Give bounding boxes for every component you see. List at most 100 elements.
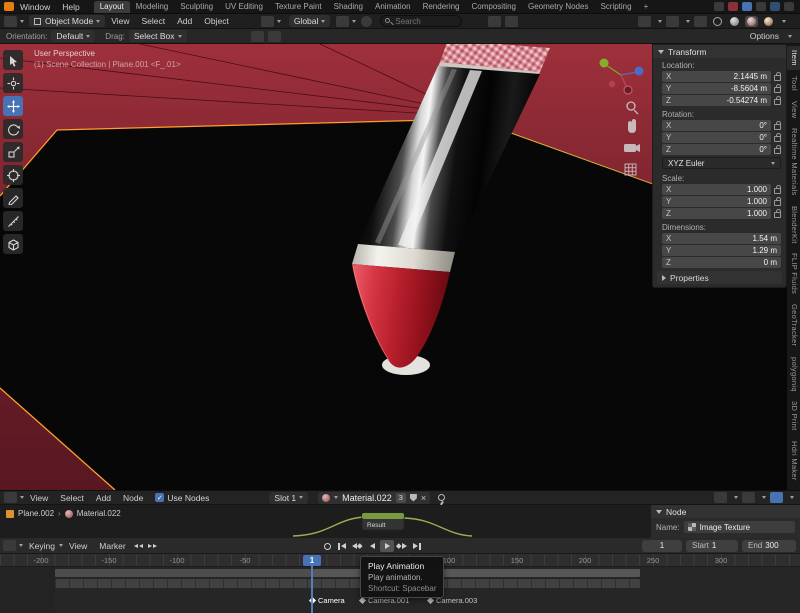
location-x-field[interactable]: X 2.1445 m: [662, 71, 771, 82]
sidebar-tab-realtime-materials[interactable]: Realtime Materials: [787, 124, 800, 200]
marker-label[interactable]: Camera: [318, 596, 345, 605]
user-icon[interactable]: [505, 15, 519, 27]
anim-strip[interactable]: [55, 569, 311, 577]
rotation-y-field[interactable]: Y 0°: [662, 132, 771, 143]
tab-sculpting[interactable]: Sculpting: [174, 1, 219, 13]
menu-marker[interactable]: Marker: [93, 541, 131, 551]
tab-rendering[interactable]: Rendering: [417, 1, 466, 13]
menu-keying[interactable]: Keying: [23, 541, 61, 551]
rotation-mode-dropdown[interactable]: XYZ Euler: [662, 157, 781, 169]
cursor-tool[interactable]: [3, 73, 23, 93]
tab-geometry-nodes[interactable]: Geometry Nodes: [522, 1, 594, 13]
sidebar-tab-flip-fluids[interactable]: FLIP Fluids: [787, 249, 800, 298]
sidebar-tab-blenderkit[interactable]: BlenderKit: [787, 202, 800, 248]
tab-compositing[interactable]: Compositing: [466, 1, 522, 13]
jump-to-end-button[interactable]: [410, 540, 424, 552]
tab-layout[interactable]: Layout: [93, 0, 130, 13]
prev-keyframe-button[interactable]: [350, 540, 364, 552]
tool-extra-icon[interactable]: [250, 30, 264, 42]
sidebar-tab-item[interactable]: Item: [787, 46, 800, 70]
add-cube-tool[interactable]: [3, 234, 23, 254]
pivot-point-icon[interactable]: [260, 15, 274, 27]
measure-tool[interactable]: [3, 211, 23, 231]
lock-icon[interactable]: [774, 96, 781, 105]
pin-icon[interactable]: [438, 494, 446, 501]
scale-y-field[interactable]: Y 1.000: [662, 196, 771, 207]
material-icon[interactable]: [322, 493, 331, 502]
tab-scripting[interactable]: Scripting: [594, 1, 637, 13]
jump-prev-marker-button[interactable]: [132, 540, 146, 552]
marker-diamond[interactable]: [358, 596, 367, 605]
lock-icon[interactable]: [774, 121, 781, 130]
dimensions-y-field[interactable]: Y 1.29 m: [662, 245, 781, 256]
end-frame-field[interactable]: End 300: [742, 539, 796, 552]
menu-view[interactable]: View: [105, 16, 135, 26]
rotate-tool[interactable]: [3, 119, 23, 139]
play-button[interactable]: [380, 540, 394, 552]
rotation-x-field[interactable]: X 0°: [662, 120, 771, 131]
dimensions-z-field[interactable]: Z0 m: [662, 257, 781, 268]
topbar-icon[interactable]: [742, 2, 752, 11]
shader-node[interactable]: Result: [361, 512, 405, 531]
current-frame-field[interactable]: 1: [642, 539, 682, 552]
editor-type-icon[interactable]: [3, 540, 16, 551]
jump-next-marker-button[interactable]: [146, 540, 160, 552]
blender-menu-icon[interactable]: [4, 2, 14, 11]
shading-material-icon[interactable]: [745, 15, 758, 27]
node-panel-header[interactable]: Node: [651, 505, 800, 518]
flag-icon[interactable]: [488, 15, 502, 27]
transform-tool[interactable]: [3, 165, 23, 185]
shading-wireframe-icon[interactable]: [711, 16, 724, 27]
lock-icon[interactable]: [774, 84, 781, 93]
slot-dropdown[interactable]: Slot 1: [269, 491, 309, 504]
proportional-edit-icon[interactable]: [361, 15, 373, 27]
transform-panel-header[interactable]: Transform: [653, 45, 786, 58]
breadcrumb-material[interactable]: Material.022: [77, 509, 121, 518]
scale-tool[interactable]: [3, 142, 23, 162]
lock-icon[interactable]: [774, 133, 781, 142]
breadcrumb-object[interactable]: Plane.002: [18, 509, 54, 518]
menu-add[interactable]: Add: [90, 493, 117, 503]
lock-icon[interactable]: [774, 72, 781, 81]
jump-to-start-button[interactable]: [335, 540, 349, 552]
snap-magnet-icon[interactable]: [336, 15, 350, 27]
node-preview-icon[interactable]: [770, 492, 783, 503]
editor-type-icon[interactable]: [4, 15, 17, 27]
select-box-tool[interactable]: [3, 50, 23, 70]
dimensions-x-field[interactable]: X 1.54 m: [662, 233, 781, 244]
topbar-icon[interactable]: [756, 2, 766, 11]
menu-window[interactable]: Window: [14, 2, 56, 12]
menu-help[interactable]: Help: [56, 2, 85, 12]
node-name-field[interactable]: Image Texture: [683, 521, 795, 533]
location-y-field[interactable]: Y -8.5604 m: [662, 83, 771, 94]
marker-diamond[interactable]: [426, 596, 435, 605]
gizmos-icon[interactable]: [638, 15, 651, 27]
shading-rendered-icon[interactable]: [762, 16, 775, 27]
topbar-icon[interactable]: [770, 2, 780, 11]
lock-icon[interactable]: [774, 185, 781, 194]
lock-icon[interactable]: [774, 209, 781, 218]
mode-dropdown[interactable]: Object Mode: [29, 15, 106, 27]
menu-add[interactable]: Add: [171, 16, 198, 26]
material-users-badge[interactable]: 3: [395, 492, 406, 503]
tab-uv-editing[interactable]: UV Editing: [219, 1, 269, 13]
annotate-tool[interactable]: [3, 188, 23, 208]
add-workspace-button[interactable]: +: [638, 1, 655, 13]
menu-select[interactable]: Select: [135, 16, 171, 26]
menu-view[interactable]: View: [24, 493, 54, 503]
scale-x-field[interactable]: X 1.000: [662, 184, 771, 195]
sidebar-tab-geotracker[interactable]: GeoTracker: [787, 300, 800, 350]
overlays-icon[interactable]: [742, 492, 755, 503]
keyframe-strip[interactable]: [55, 579, 640, 588]
tab-modeling[interactable]: Modeling: [130, 1, 174, 13]
menu-select[interactable]: Select: [54, 493, 90, 503]
snap-magnet-icon[interactable]: [714, 492, 727, 503]
shading-solid-icon[interactable]: [728, 16, 741, 27]
use-nodes-checkbox[interactable]: ✓: [155, 493, 165, 502]
topbar-icon[interactable]: [714, 2, 724, 11]
start-frame-field[interactable]: Start 1: [686, 539, 738, 552]
next-keyframe-button[interactable]: [395, 540, 409, 552]
orientation-default-dropdown[interactable]: Default: [51, 30, 96, 42]
tool-extra-icon[interactable]: [267, 30, 281, 42]
editor-type-icon[interactable]: [4, 492, 17, 503]
